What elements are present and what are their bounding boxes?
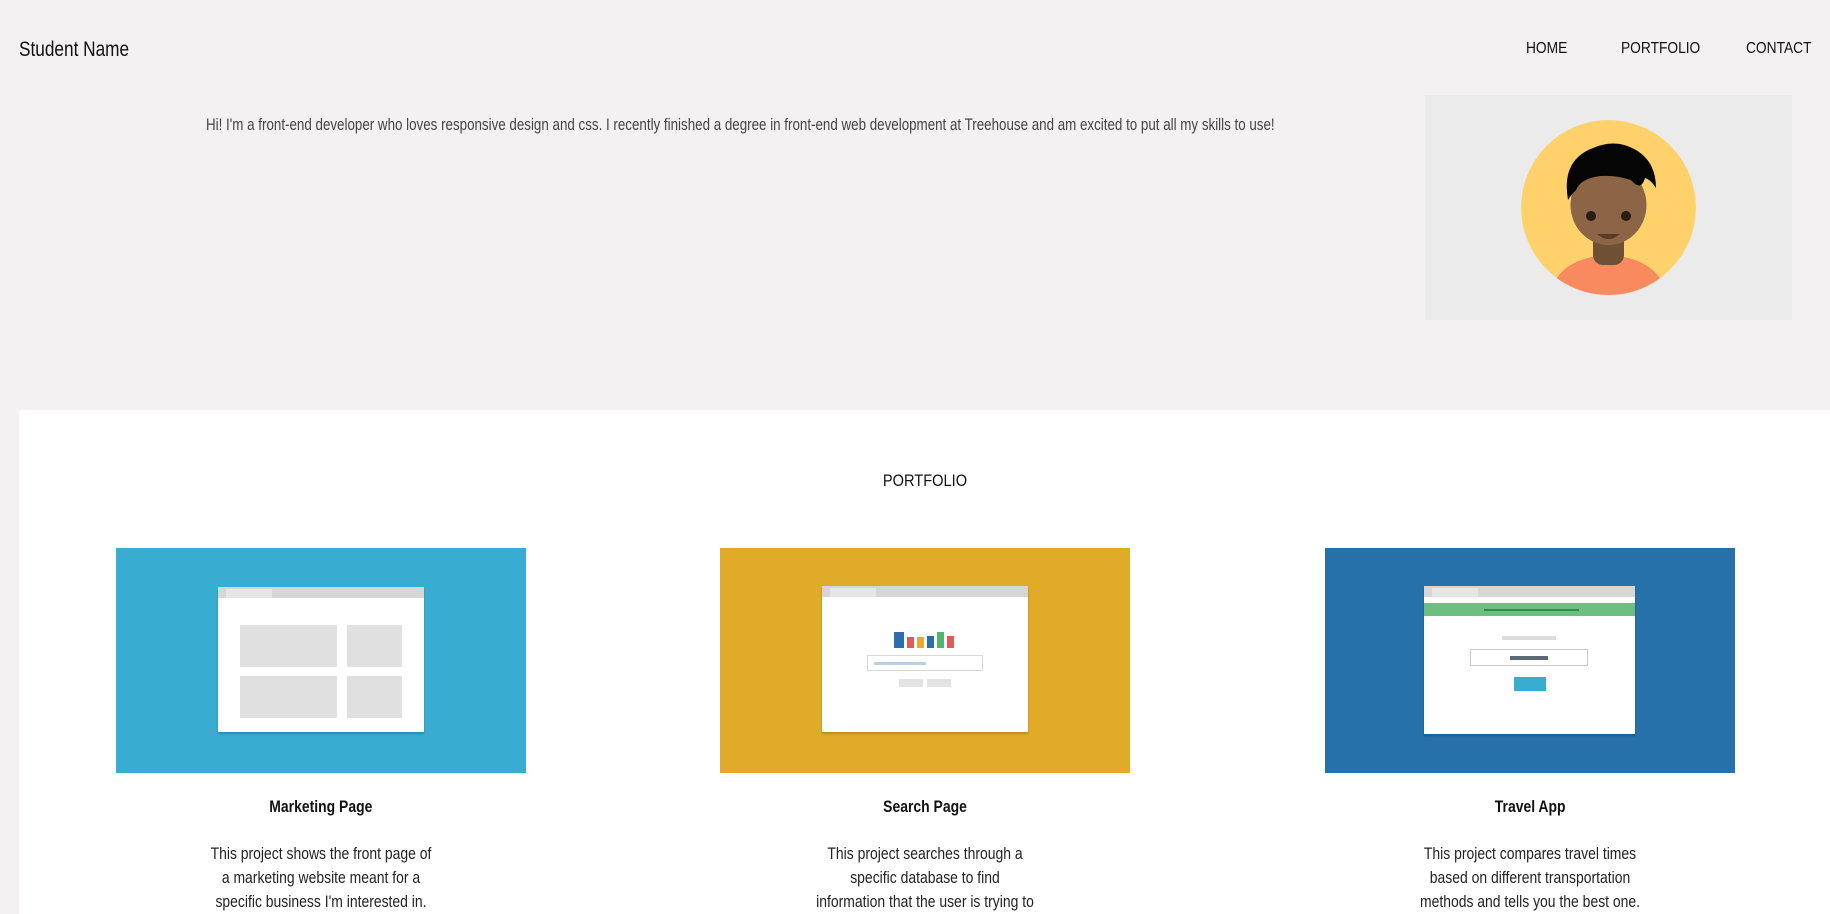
browser-mockup-icon xyxy=(218,587,424,732)
intro-text: Hi! I'm a front-end developer who loves … xyxy=(206,116,1275,134)
project-description-text: This project shows the front page of a m… xyxy=(210,844,432,911)
site-title[interactable]: Student Name xyxy=(19,38,129,62)
nav-contact-link[interactable]: CONTACT xyxy=(1746,40,1811,58)
browser-mockup-icon xyxy=(822,586,1028,732)
project-card-search[interactable]: Search Page This project searches throug… xyxy=(720,548,1130,914)
nav-portfolio[interactable]: PORTFOLIO xyxy=(1621,40,1713,58)
nav-portfolio-link[interactable]: PORTFOLIO xyxy=(1621,40,1700,58)
project-description: This project shows the front page of a m… xyxy=(186,842,456,914)
project-thumbnail[interactable] xyxy=(116,548,526,773)
project-description-text: This project searches through a specific… xyxy=(816,844,1034,911)
nav-home-link[interactable]: HOME xyxy=(1526,40,1567,58)
avatar-illustration xyxy=(1521,120,1696,295)
project-title-text[interactable]: Marketing Page xyxy=(269,797,372,817)
project-description-text: This project compares travel times based… xyxy=(1419,844,1641,911)
nav-contact[interactable]: CONTACT xyxy=(1746,40,1822,58)
project-title-text[interactable]: Travel App xyxy=(1495,797,1566,817)
portfolio-heading-text: PORTFOLIO xyxy=(882,471,967,490)
nav-home[interactable]: HOME xyxy=(1526,40,1574,58)
browser-mockup-icon xyxy=(1424,586,1635,734)
project-description: This project searches through a specific… xyxy=(790,842,1060,914)
project-title-text[interactable]: Search Page xyxy=(883,797,967,817)
avatar-card xyxy=(1425,95,1792,320)
portfolio-heading: PORTFOLIO xyxy=(19,471,1830,491)
project-thumbnail[interactable] xyxy=(720,548,1130,773)
project-title[interactable]: Travel App xyxy=(1325,797,1735,817)
avatar xyxy=(1521,120,1696,295)
portfolio-section: PORTFOLIO Marketing Page This project sh… xyxy=(19,410,1830,914)
project-title[interactable]: Marketing Page xyxy=(116,797,526,817)
project-thumbnail[interactable] xyxy=(1325,548,1735,773)
project-title[interactable]: Search Page xyxy=(720,797,1130,817)
project-description: This project compares travel times based… xyxy=(1395,842,1665,914)
project-card-travel[interactable]: Travel App This project compares travel … xyxy=(1325,548,1735,914)
project-card-marketing[interactable]: Marketing Page This project shows the fr… xyxy=(116,548,526,914)
